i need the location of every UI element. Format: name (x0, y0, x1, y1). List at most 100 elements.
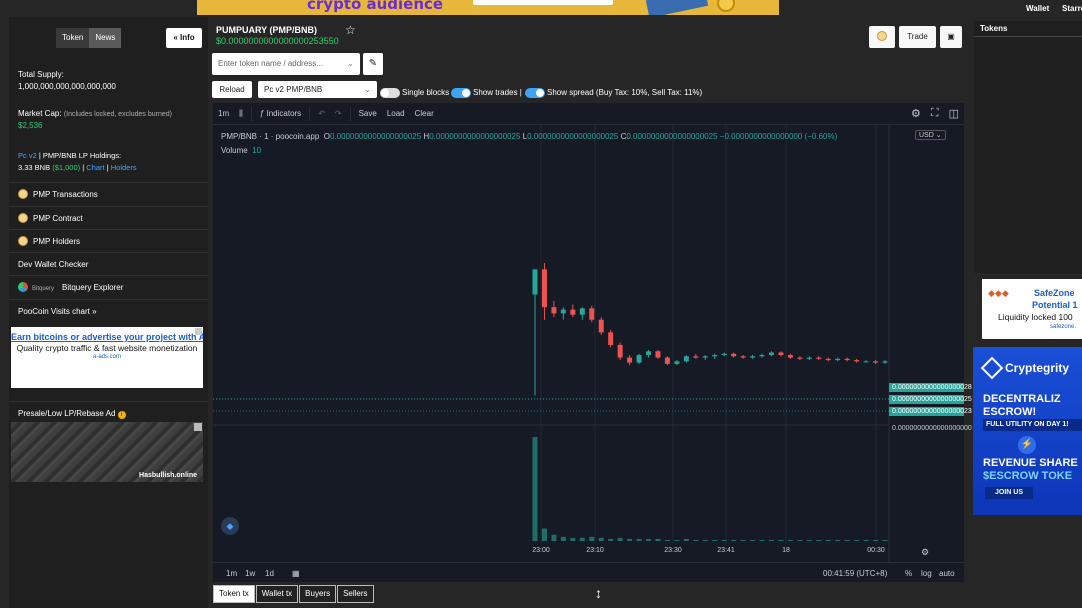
edit-icon[interactable]: ✎ (363, 53, 383, 75)
single-blocks-label: Single blocks (402, 88, 450, 97)
cryptegrity-line1: DECENTRALIZ (983, 393, 1061, 405)
show-spread-label: Show spread (Buy Tax: 10%, Sell Tax: 11%… (547, 88, 703, 97)
bitquery-icon (18, 282, 28, 292)
trade-button[interactable]: Trade (899, 26, 936, 48)
candle-body (693, 356, 699, 358)
candle-body (806, 357, 812, 359)
sidebar-link-dev-wallet[interactable]: Dev Wallet Checker (9, 252, 208, 275)
search-placeholder: Enter token name / address... (218, 59, 323, 68)
auto-scale-button[interactable]: auto (939, 569, 955, 578)
pool-select-value: Pc v2 PMP/BNB (264, 85, 323, 94)
volume-bar (560, 536, 566, 541)
join-us-button[interactable]: JOIN US (985, 487, 1033, 499)
show-spread-toggle[interactable] (525, 88, 545, 98)
volume-bar (646, 538, 652, 541)
coin-icon (877, 31, 887, 41)
tab-news[interactable]: News (89, 28, 122, 48)
percent-scale-button[interactable]: % (905, 569, 912, 578)
time-axis[interactable]: 23:00 23:10 23:30 23:41 18 00:30 ⚙ (213, 544, 929, 560)
date-range-icon[interactable]: ▦ (292, 569, 300, 578)
lp-pool-link[interactable]: Pc v2 (18, 151, 37, 160)
volume-bar (693, 539, 699, 541)
volume-bar (674, 539, 680, 541)
sidebar-link-label: PMP Contract (33, 214, 83, 223)
resize-handle-icon[interactable]: ↕ (595, 585, 602, 601)
camera-icon[interactable]: ◫ (944, 107, 964, 120)
interval-button[interactable]: 1m (213, 109, 234, 118)
volume-bar (844, 539, 850, 541)
tab-buyers[interactable]: Buyers (299, 585, 337, 603)
range-1m-button[interactable]: 1m (226, 569, 237, 578)
cryptegrity-ad[interactable]: Cryptegrity DECENTRALIZ ESCROW! FULL UTI… (973, 347, 1082, 515)
settings-gear-icon[interactable]: ⚙ (906, 107, 926, 120)
clear-button[interactable]: Clear (410, 109, 439, 118)
ad-headline[interactable]: Earn bitcoins or advertise your project … (11, 332, 203, 342)
candle-type-icon[interactable]: ⫼ (234, 109, 248, 119)
sidebar-link-visits-chart[interactable]: PooCoin Visits chart » (9, 299, 208, 322)
x-tick: 00:30 (867, 547, 885, 554)
candle-body (844, 358, 850, 361)
candle-body (863, 361, 869, 363)
single-blocks-toggle[interactable] (380, 88, 400, 98)
tab-sellers[interactable]: Sellers (337, 585, 374, 603)
nav-wallet-link[interactable]: Wallet (1026, 4, 1049, 13)
sidebar-link-transactions[interactable]: PMP Transactions (9, 182, 208, 205)
volume-bar (608, 538, 614, 541)
sidebar-link-holders[interactable]: PMP Holders (9, 229, 208, 252)
coin-icon (18, 213, 28, 223)
lp-holdings-row: Pc v2 | PMP/BNB LP Holdings: (18, 151, 121, 160)
tokens-panel: Tokens (974, 21, 1082, 273)
tab-token-tx[interactable]: Token tx (213, 585, 255, 603)
price-chart[interactable]: 1m ⫼ ƒ Indicators ↶ ↷ Save Load Clear ⚙ … (213, 103, 972, 582)
candle-body (589, 308, 595, 320)
top-banner-ad[interactable]: crypto audience (197, 0, 779, 15)
tradingview-logo-icon[interactable]: ◆ (221, 517, 239, 535)
candle-body (617, 344, 623, 358)
star-icon[interactable]: ☆ (345, 23, 356, 37)
range-1w-button[interactable]: 1w (245, 569, 255, 578)
tab-wallet-tx[interactable]: Wallet tx (255, 585, 299, 603)
currency-button[interactable]: USD ⌄ (915, 130, 946, 140)
chart-canvas[interactable] (213, 103, 964, 582)
legend-symbol: PMP/BNB · 1 · poocoin.app (221, 132, 320, 141)
candle-body (825, 358, 831, 361)
load-button[interactable]: Load (382, 109, 410, 118)
volume-bar (664, 539, 670, 541)
ad-close-icon[interactable] (195, 328, 202, 335)
show-trades-toggle[interactable] (451, 88, 471, 98)
a-ads-banner[interactable]: Earn bitcoins or advertise your project … (11, 327, 203, 388)
undo-icon[interactable]: ↶ (313, 109, 330, 118)
tab-token[interactable]: Token (56, 28, 90, 48)
sidebar-link-bitquery[interactable]: Bitquery Bitquery Explorer (9, 275, 208, 298)
reload-button[interactable]: Reload (212, 81, 252, 98)
chevron-down-icon: ⌄ (935, 132, 942, 139)
range-1d-button[interactable]: 1d (265, 569, 274, 578)
lp-chart-link[interactable]: Chart (86, 163, 104, 172)
lp-bnb-value: 3.33 BNB (18, 163, 51, 172)
info-icon[interactable]: i (117, 411, 126, 419)
log-scale-button[interactable]: log (921, 569, 932, 578)
indicators-button[interactable]: ƒ Indicators (255, 109, 306, 118)
cryptegrity-line3: REVENUE SHARE (983, 457, 1078, 469)
token-search-input[interactable]: Enter token name / address... ⌄ (212, 53, 360, 75)
nav-starred-link[interactable]: Starre (1062, 4, 1082, 13)
pool-select[interactable]: Pc v2 PMP/BNB ⌄ (258, 81, 377, 98)
redo-icon[interactable]: ↷ (330, 109, 347, 118)
chart-clock[interactable]: 00:41:59 (UTC+8) (823, 569, 887, 578)
volume-bar (570, 537, 576, 541)
axis-settings-icon[interactable]: ⚙ (921, 547, 929, 558)
coin-icon (18, 236, 28, 246)
save-button[interactable]: Save (354, 109, 382, 118)
info-toggle-button[interactable]: « Info (166, 28, 202, 48)
sidebar-link-contract[interactable]: PMP Contract (9, 206, 208, 229)
fullscreen-button[interactable]: ▣ (940, 26, 962, 48)
candle-body (882, 361, 888, 363)
volume-bar (702, 539, 708, 541)
poocoin-logo-button[interactable] (869, 26, 895, 48)
volume-bar (797, 539, 803, 541)
fullscreen-icon[interactable]: ⛶ (926, 107, 944, 120)
presale-ad-image[interactable]: Hasbullish.online (11, 422, 203, 482)
safezone-ad[interactable]: ◆◆◆ SafeZone Potential 1 Liquidity locke… (982, 279, 1082, 339)
ad-close-icon[interactable] (194, 423, 202, 431)
lp-holders-link[interactable]: Holders (111, 163, 137, 172)
